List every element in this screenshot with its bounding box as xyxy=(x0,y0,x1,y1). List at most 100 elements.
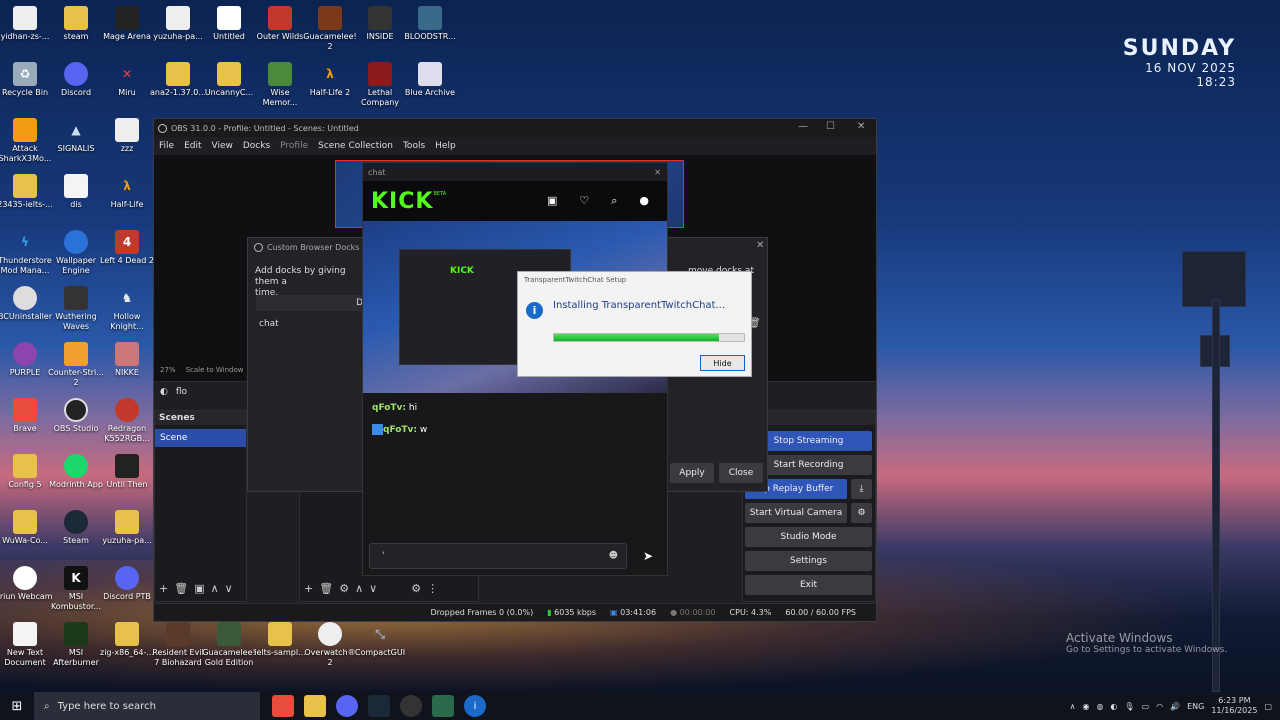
desktop-icon[interactable]: ▲ SIGNALIS xyxy=(48,118,104,154)
discord-icon[interactable] xyxy=(336,695,358,717)
settings-button[interactable]: Settings xyxy=(745,551,872,571)
microphone-icon[interactable]: 🎙 xyxy=(1124,702,1134,711)
desktop-icon[interactable]: BCUninstaller xyxy=(0,286,53,322)
setup-icon[interactable]: i xyxy=(464,695,486,717)
taskbar-search[interactable]: ⌕ Type here to search xyxy=(34,692,260,720)
menu-profile[interactable]: Profile xyxy=(280,141,308,151)
add-icon[interactable]: + xyxy=(159,582,168,595)
desktop-icon[interactable]: dis xyxy=(48,174,104,210)
desktop-icon[interactable]: K MSI Kombustor... xyxy=(48,566,104,612)
trash-icon[interactable]: 🗑 xyxy=(174,582,188,595)
exit-button[interactable]: Exit xyxy=(745,575,872,595)
menu-file[interactable]: File xyxy=(159,141,174,151)
file-explorer-icon[interactable] xyxy=(304,695,326,717)
desktop-icon[interactable]: ana2-1.37.0... xyxy=(150,62,206,98)
desktop-icon[interactable]: Wallpaper Engine xyxy=(48,230,104,276)
desktop-icon[interactable]: 23435-ielts-... xyxy=(0,174,53,210)
desktop-icon[interactable]: Redragon K552RGB... xyxy=(99,398,155,444)
desktop-icon[interactable]: New Text Document xyxy=(0,622,53,668)
chat-username[interactable]: qFoTv: xyxy=(372,403,406,413)
desktop-icon[interactable]: Wuthering Waves xyxy=(48,286,104,332)
desktop-icon[interactable]: PURPLE xyxy=(0,342,53,378)
tray-app-icon[interactable]: ◍ xyxy=(1096,702,1103,711)
desktop-icon[interactable]: BLOODSTR... xyxy=(402,6,458,42)
menu-edit[interactable]: Edit xyxy=(184,141,201,151)
chevron-up-icon[interactable]: ∧ xyxy=(1070,702,1076,711)
add-icon[interactable]: + xyxy=(304,582,313,595)
desktop-icon[interactable]: Discord xyxy=(48,62,104,98)
desktop-icon[interactable]: ✕ Miru xyxy=(99,62,155,98)
mixer-gear-icon[interactable]: ⚙ xyxy=(411,582,421,595)
desktop-icon[interactable]: zig-x86_64-... xyxy=(99,622,155,658)
desktop-icon[interactable]: ♻ Recycle Bin xyxy=(0,62,53,98)
studio-mode-button[interactable]: Studio Mode xyxy=(745,527,872,547)
menu-view[interactable]: View xyxy=(212,141,233,151)
desktop-icon[interactable]: Iriun Webcam xyxy=(0,566,53,602)
desktop-icon[interactable]: Config 5 xyxy=(0,454,53,490)
maximize-icon[interactable]: ☐ xyxy=(826,121,835,132)
search-icon[interactable]: ⌕ xyxy=(611,194,617,208)
desktop-icon[interactable]: Overwatch® 2 xyxy=(302,622,358,668)
brave-icon[interactable] xyxy=(272,695,294,717)
desktop-icon[interactable]: NIKKE xyxy=(99,342,155,378)
desktop-icon[interactable]: Until Then xyxy=(99,454,155,490)
up-icon[interactable]: ∧ xyxy=(211,582,219,595)
kick-logo[interactable]: KICK xyxy=(371,189,433,214)
desktop-icon[interactable]: Discord PTB xyxy=(99,566,155,602)
minimize-icon[interactable]: — xyxy=(798,121,808,132)
desktop-icon[interactable]: λ Half-Life xyxy=(99,174,155,210)
menu-tools[interactable]: Tools xyxy=(403,141,425,151)
windows-start-icon[interactable]: ⊞ xyxy=(0,692,34,720)
down-icon[interactable]: ∨ xyxy=(225,582,233,595)
start-virtual-camera-button[interactable]: Start Virtual Camera xyxy=(745,503,847,523)
language-indicator[interactable]: ENG xyxy=(1187,702,1204,711)
menu-docks[interactable]: Docks xyxy=(243,141,270,151)
user-icon[interactable]: ● xyxy=(639,194,649,208)
desktop-icon[interactable]: ielts-sampl... xyxy=(252,622,308,658)
menu-help[interactable]: Help xyxy=(435,141,456,151)
gear-icon[interactable]: ⚙ xyxy=(851,503,872,523)
battery-icon[interactable]: ▭ xyxy=(1142,702,1150,711)
desktop-icon[interactable]: INSIDE xyxy=(352,6,408,42)
gear-icon[interactable]: ⚙ xyxy=(339,582,349,595)
desktop-icon[interactable]: Guacamelee! 2 xyxy=(302,6,358,52)
notification-icon[interactable]: ▢ xyxy=(1264,702,1272,711)
trash-icon[interactable]: 🗑 xyxy=(319,582,333,595)
desktop-icon[interactable]: ϟ Thunderstore Mod Mana... xyxy=(0,230,53,276)
volume-icon[interactable]: 🔊 xyxy=(1170,702,1180,711)
browse-icon[interactable]: ▣ xyxy=(547,194,557,208)
desktop-icon[interactable]: yuzuha-pa... xyxy=(99,510,155,546)
menu-scene-collection[interactable]: Scene Collection xyxy=(318,141,393,151)
app-icon[interactable] xyxy=(432,695,454,717)
desktop-icon[interactable]: ⤡ CompactGUI xyxy=(352,622,408,658)
close-icon[interactable]: ✕ xyxy=(654,168,667,177)
desktop-icon[interactable]: Wise Memor... xyxy=(252,62,308,108)
desktop-icon[interactable]: ♞ Hollow Knight... xyxy=(99,286,155,332)
down-icon[interactable]: ∨ xyxy=(369,582,377,595)
close-icon[interactable]: ✕ xyxy=(756,240,764,251)
hide-button[interactable]: Hide xyxy=(700,355,745,371)
steam-icon[interactable] xyxy=(368,695,390,717)
desktop-icon[interactable]: UncannyC... xyxy=(201,62,257,98)
more-icon[interactable]: ⋮ xyxy=(427,582,438,595)
wifi-icon[interactable]: ◠ xyxy=(1156,702,1163,711)
desktop-icon[interactable]: WuWa-Co... xyxy=(0,510,53,546)
desktop-icon[interactable]: steam xyxy=(48,6,104,42)
desktop-icon[interactable]: MSI Afterburner xyxy=(48,622,104,668)
desktop-icon[interactable]: OBS Studio xyxy=(48,398,104,434)
desktop-icon[interactable]: Steam xyxy=(48,510,104,546)
desktop-icon[interactable]: Outer Wilds xyxy=(252,6,308,42)
desktop-icon[interactable]: Brave xyxy=(0,398,53,434)
close-icon[interactable]: ✕ xyxy=(857,121,865,132)
desktop-icon[interactable]: 4 Left 4 Dead 2 xyxy=(99,230,155,266)
heart-icon[interactable]: ♡ xyxy=(579,194,589,208)
close-button[interactable]: Close xyxy=(719,463,763,483)
dock-row-chat[interactable]: chat xyxy=(256,316,366,332)
chat-titlebar[interactable]: chat ✕ xyxy=(363,163,667,181)
desktop-icon[interactable]: Resident Evil 7 Biohazard xyxy=(150,622,206,668)
desktop-icon[interactable]: yidhan-zs-... xyxy=(0,6,53,42)
chat-username[interactable]: qFoTv: xyxy=(383,425,417,435)
send-icon[interactable]: ➤ xyxy=(643,549,653,563)
emoji-icon[interactable]: ☻ xyxy=(609,551,626,561)
filter-icon[interactable]: ▣ xyxy=(194,582,204,595)
